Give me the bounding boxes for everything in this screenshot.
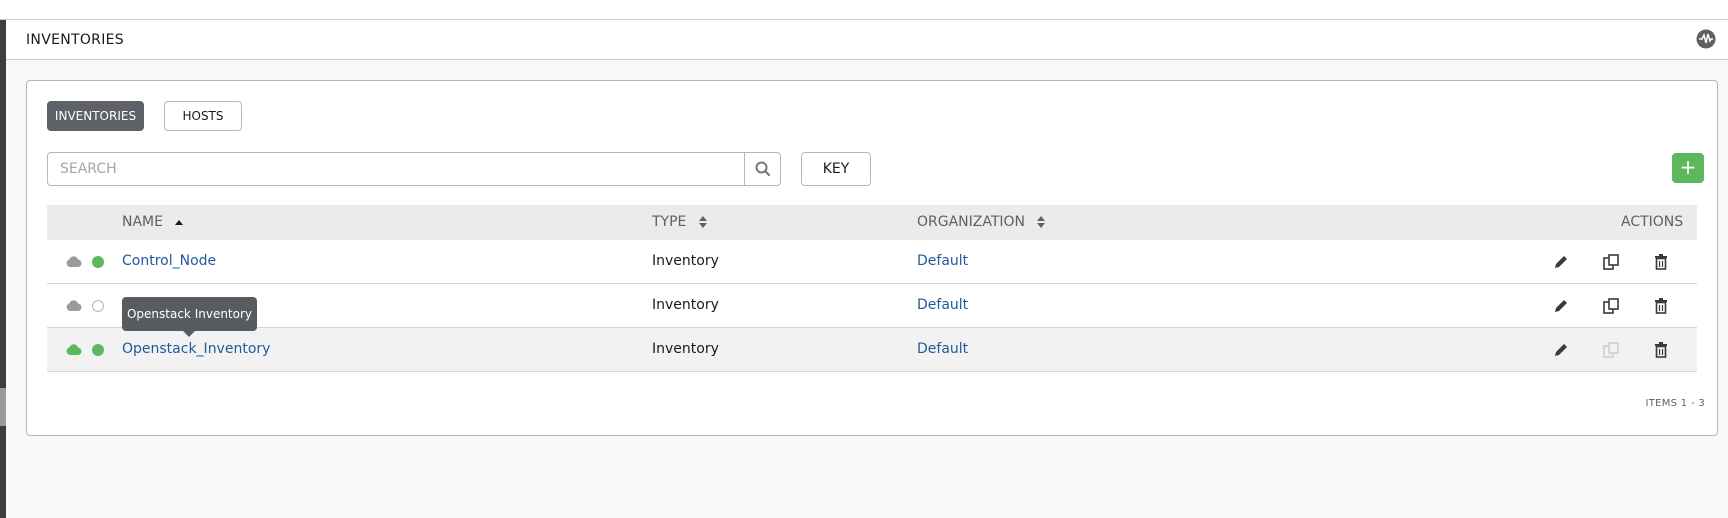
search-icon [755,161,771,177]
pagination-items-count: ITEMS 1 - 3 [1645,398,1705,409]
tab-inventories[interactable]: INVENTORIES [47,101,144,131]
inventory-name-tooltip: Openstack Inventory [122,297,257,331]
sort-ascending-icon [175,220,184,225]
left-nav-bar [0,20,6,518]
table-row: Control_Node Inventory Default [47,240,1697,284]
top-strip [0,0,1728,20]
sort-icon [698,216,707,228]
page-header: INVENTORIES [6,20,1728,60]
cloud-sync-status-icon[interactable] [66,344,82,355]
column-type-header[interactable]: TYPE [652,214,707,230]
host-status-dot[interactable] [92,344,104,356]
organization-link[interactable]: Default [917,297,968,313]
delete-icon[interactable] [1652,297,1670,315]
tooltip-arrow [183,331,195,337]
inventories-panel: INVENTORIES HOSTS KEY + NAME TYPE ORGANI… [26,80,1718,436]
tab-hosts[interactable]: HOSTS [164,101,242,131]
column-organization-header[interactable]: ORGANIZATION [917,214,1046,230]
search-box [47,152,781,186]
edit-icon[interactable] [1552,253,1570,271]
page-title: INVENTORIES [26,32,124,48]
cloud-sync-status-icon[interactable] [66,300,82,311]
inventory-type: Inventory [652,253,719,269]
edit-icon[interactable] [1552,297,1570,315]
table-row: Openstack_Inventory Inventory Default [47,328,1697,372]
inventories-table: NAME TYPE ORGANIZATION ACTIONS Control_N… [47,205,1697,372]
table-header: NAME TYPE ORGANIZATION ACTIONS [47,205,1697,240]
copy-icon[interactable] [1602,297,1620,315]
table-row: Inventory Default [47,284,1697,328]
cloud-sync-status-icon[interactable] [66,256,82,267]
sort-icon [1037,216,1046,228]
inventory-name-link[interactable]: Control_Node [122,253,216,269]
delete-icon[interactable] [1652,341,1670,359]
inventory-type: Inventory [652,297,719,313]
column-name-header[interactable]: NAME [122,214,184,230]
search-input[interactable] [48,153,745,185]
organization-link[interactable]: Default [917,341,968,357]
copy-icon [1603,342,1619,358]
host-status-dot[interactable] [92,300,104,312]
column-actions-header: ACTIONS [1621,214,1684,230]
inventory-type: Inventory [652,341,719,357]
edit-icon[interactable] [1552,341,1570,359]
add-inventory-button[interactable]: + [1672,153,1704,183]
inventory-name-link[interactable]: Openstack_Inventory [122,341,270,357]
delete-icon[interactable] [1652,253,1670,271]
copy-icon[interactable] [1602,253,1620,271]
key-button[interactable]: KEY [801,152,871,186]
host-status-dot[interactable] [92,256,104,268]
organization-link[interactable]: Default [917,253,968,269]
activity-stream-icon[interactable] [1696,29,1716,49]
left-nav-selected-marker [0,388,6,426]
search-button[interactable] [744,153,780,185]
